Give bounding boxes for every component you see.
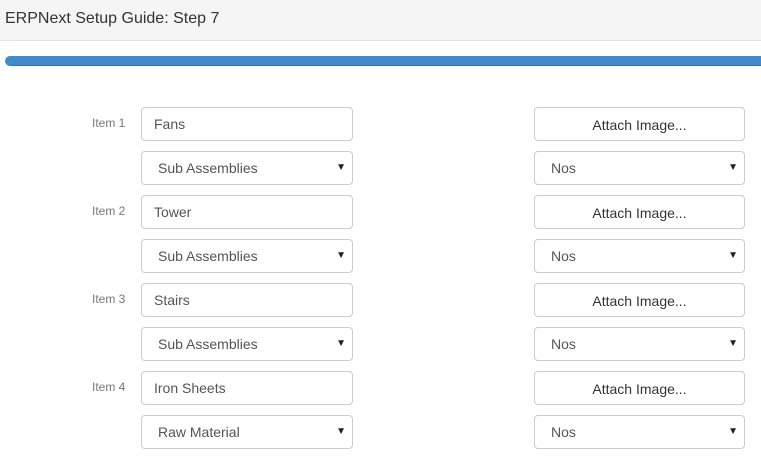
item-4-attach-image-button[interactable]: Attach Image... <box>534 371 745 405</box>
caret-down-icon: ▼ <box>728 162 738 173</box>
item-4-group-select[interactable]: Raw Material ▼ <box>141 415 353 449</box>
item-4-uom-select[interactable]: Nos ▼ <box>534 415 745 449</box>
item-2-attach-image-button[interactable]: Attach Image... <box>534 195 745 229</box>
item-3-group-value: Sub Assemblies <box>158 336 258 352</box>
item-2-group-value: Sub Assemblies <box>158 248 258 264</box>
item-1-uom-select[interactable]: Nos ▼ <box>534 151 745 185</box>
item-2-label: Item 2 <box>92 204 126 218</box>
item-1-group-select[interactable]: Sub Assemblies ▼ <box>141 151 353 185</box>
item-4-group-value: Raw Material <box>158 424 240 440</box>
caret-down-icon: ▼ <box>728 426 738 437</box>
item-4-name-input[interactable]: Iron Sheets <box>141 371 353 405</box>
caret-down-icon: ▼ <box>336 426 346 437</box>
item-1-label: Item 1 <box>92 116 126 130</box>
page-title: ERPNext Setup Guide: Step 7 <box>5 10 220 27</box>
caret-down-icon: ▼ <box>336 162 346 173</box>
setup-progress-bar <box>5 56 761 66</box>
item-4-uom-value: Nos <box>551 424 576 440</box>
item-3-attach-image-button[interactable]: Attach Image... <box>534 283 745 317</box>
item-2-uom-value: Nos <box>551 248 576 264</box>
item-3-uom-select[interactable]: Nos ▼ <box>534 327 745 361</box>
item-2-name-input[interactable]: Tower <box>141 195 353 229</box>
item-1-group-value: Sub Assemblies <box>158 160 258 176</box>
setup-progress-fill <box>5 56 761 66</box>
item-3-group-select[interactable]: Sub Assemblies ▼ <box>141 327 353 361</box>
caret-down-icon: ▼ <box>728 338 738 349</box>
item-3-uom-value: Nos <box>551 336 576 352</box>
item-1-attach-image-button[interactable]: Attach Image... <box>534 107 745 141</box>
item-2-uom-select[interactable]: Nos ▼ <box>534 239 745 273</box>
item-2-group-select[interactable]: Sub Assemblies ▼ <box>141 239 353 273</box>
item-1-name-input[interactable]: Fans <box>141 107 353 141</box>
item-3-name-input[interactable]: Stairs <box>141 283 353 317</box>
item-4-label: Item 4 <box>92 380 126 394</box>
caret-down-icon: ▼ <box>336 250 346 261</box>
item-3-label: Item 3 <box>92 292 126 306</box>
item-1-uom-value: Nos <box>551 160 576 176</box>
caret-down-icon: ▼ <box>728 250 738 261</box>
caret-down-icon: ▼ <box>336 338 346 349</box>
page-header: ERPNext Setup Guide: Step 7 <box>0 0 761 41</box>
